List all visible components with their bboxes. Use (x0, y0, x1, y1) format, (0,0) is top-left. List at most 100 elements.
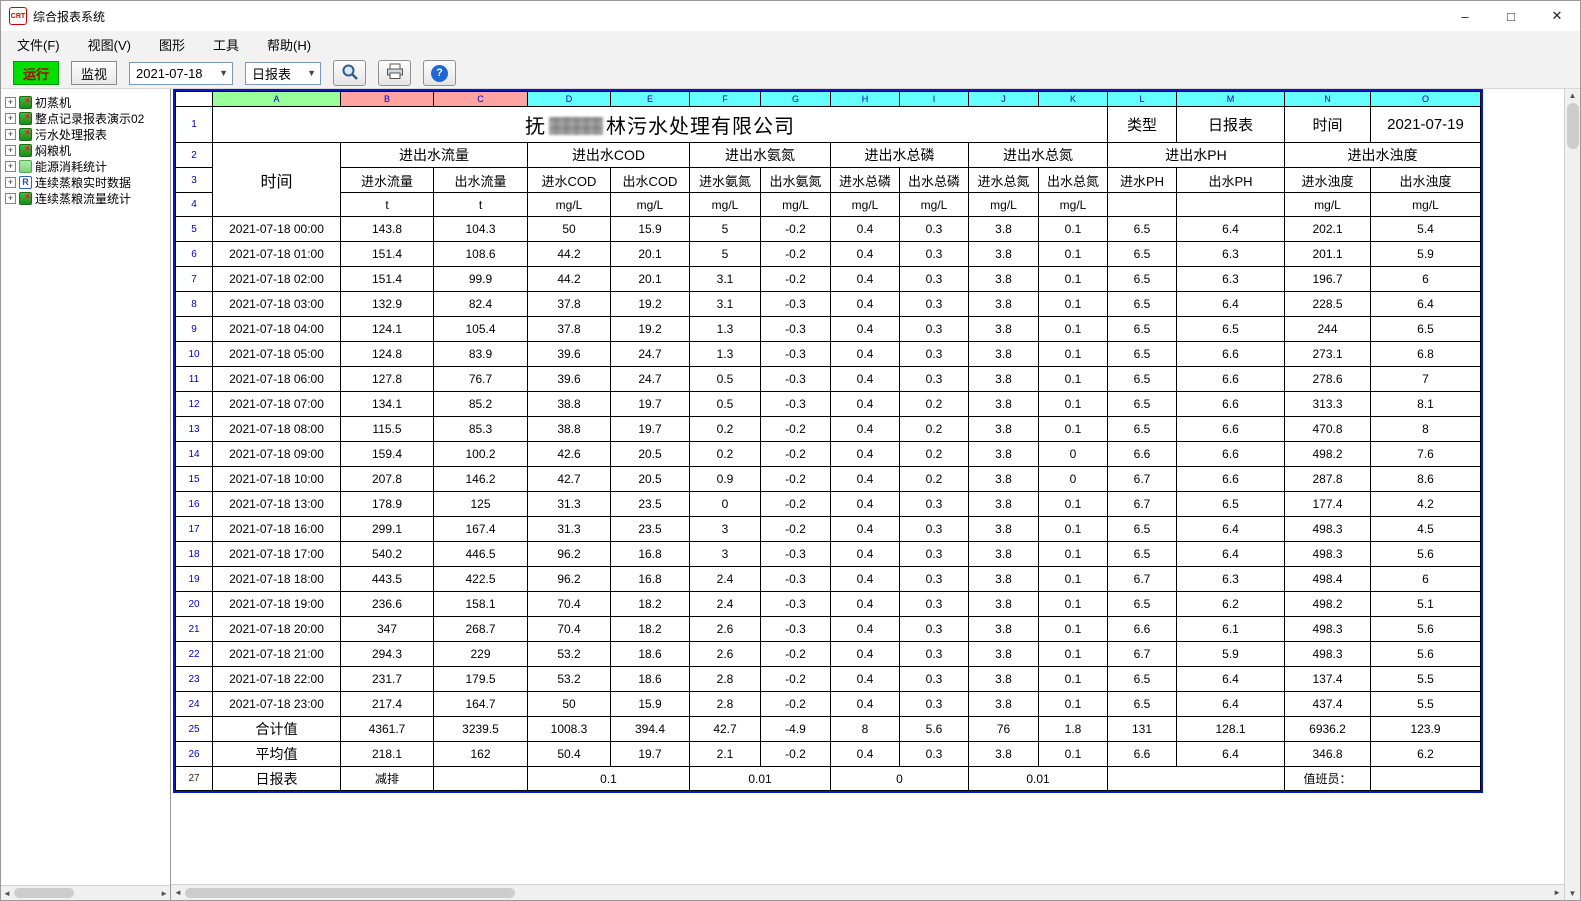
column-header-H[interactable]: H (831, 92, 900, 107)
value-cell[interactable]: 347 (341, 617, 434, 642)
close-button[interactable]: ✕ (1534, 1, 1580, 31)
value-cell[interactable]: 37.8 (528, 317, 611, 342)
value-cell[interactable]: 1.3 (690, 342, 761, 367)
time-column-header[interactable]: 时间 (213, 143, 341, 217)
value-cell[interactable]: 0.4 (831, 567, 900, 592)
value-cell[interactable]: 0.3 (900, 617, 969, 642)
value-cell[interactable]: 207.8 (341, 467, 434, 492)
group-header[interactable]: 进出水氨氮 (690, 143, 831, 168)
value-cell[interactable]: 0.1 (1039, 692, 1108, 717)
value-cell[interactable]: 18.6 (611, 642, 690, 667)
print-button[interactable] (378, 60, 411, 86)
value-cell[interactable]: -0.3 (761, 617, 831, 642)
value-cell[interactable]: 0.1 (1039, 642, 1108, 667)
column-header-B[interactable]: B (341, 92, 434, 107)
value-cell[interactable]: 6.2 (1177, 592, 1285, 617)
value-cell[interactable]: 0.3 (900, 567, 969, 592)
value-cell[interactable]: 6.4 (1177, 742, 1285, 767)
vertical-scrollbar[interactable]: ▲ ▼ (1564, 89, 1580, 900)
row-header-2[interactable]: 2 (176, 143, 213, 168)
value-cell[interactable]: 53.2 (528, 667, 611, 692)
row-header-17[interactable]: 17 (176, 517, 213, 542)
time-cell[interactable]: 2021-07-18 03:00 (213, 292, 341, 317)
type-value-cell[interactable]: 日报表 (1177, 107, 1285, 143)
value-cell[interactable]: 0.3 (900, 742, 969, 767)
value-cell[interactable]: 6.5 (1108, 517, 1177, 542)
value-cell[interactable]: 3.8 (969, 217, 1039, 242)
value-cell[interactable]: 31.3 (528, 517, 611, 542)
column-header-K[interactable]: K (1039, 92, 1108, 107)
sidebar-scroll-thumb[interactable] (14, 888, 74, 898)
footer-label-cell[interactable]: 日报表 (213, 767, 341, 791)
value-cell[interactable]: 31.3 (528, 492, 611, 517)
value-cell[interactable]: -4.9 (761, 717, 831, 742)
value-cell[interactable]: 202.1 (1285, 217, 1371, 242)
chevron-down-icon[interactable]: ▼ (215, 68, 232, 78)
value-cell[interactable]: 99.9 (434, 267, 528, 292)
column-header-I[interactable]: I (900, 92, 969, 107)
value-cell[interactable]: 6.5 (1108, 367, 1177, 392)
value-cell[interactable]: 0.1 (1039, 417, 1108, 442)
row-header-9[interactable]: 9 (176, 317, 213, 342)
report-date-cell[interactable]: 2021-07-19 (1371, 107, 1481, 143)
scroll-left-arrow[interactable]: ◄ (3, 889, 11, 898)
value-cell[interactable]: 85.3 (434, 417, 528, 442)
value-cell[interactable]: 0.4 (831, 667, 900, 692)
value-cell[interactable]: 123.9 (1371, 717, 1481, 742)
menu-view[interactable]: 视图(V) (88, 35, 131, 54)
sub-header[interactable]: 进水总氮 (969, 168, 1039, 193)
expand-plus-icon[interactable]: + (5, 161, 16, 172)
value-cell[interactable]: 6.6 (1177, 417, 1285, 442)
time-cell[interactable]: 2021-07-18 09:00 (213, 442, 341, 467)
group-header[interactable]: 进出水浊度 (1285, 143, 1481, 168)
value-cell[interactable]: 228.5 (1285, 292, 1371, 317)
expand-plus-icon[interactable]: + (5, 129, 16, 140)
value-cell[interactable]: 6.4 (1177, 667, 1285, 692)
value-cell[interactable]: 131 (1108, 717, 1177, 742)
value-cell[interactable]: 85.2 (434, 392, 528, 417)
time-cell[interactable]: 2021-07-18 16:00 (213, 517, 341, 542)
column-header-L[interactable]: L (1108, 92, 1177, 107)
monitor-button[interactable]: 监视 (71, 61, 117, 85)
value-cell[interactable]: 299.1 (341, 517, 434, 542)
value-cell[interactable]: 0.4 (831, 467, 900, 492)
value-cell[interactable]: 0.3 (900, 692, 969, 717)
menu-help[interactable]: 帮助(H) (267, 35, 311, 54)
value-cell[interactable]: 4.2 (1371, 492, 1481, 517)
unit-cell[interactable]: mg/L (969, 193, 1039, 217)
value-cell[interactable]: 3.8 (969, 492, 1039, 517)
value-cell[interactable]: 167.4 (434, 517, 528, 542)
value-cell[interactable]: 20.5 (611, 442, 690, 467)
value-cell[interactable]: 540.2 (341, 542, 434, 567)
sidebar-horizontal-scrollbar[interactable]: ◄ ► (1, 885, 170, 900)
value-cell[interactable]: 1.8 (1039, 717, 1108, 742)
value-cell[interactable]: 3.8 (969, 417, 1039, 442)
scroll-down-arrow[interactable]: ▼ (1569, 889, 1577, 898)
footer-cell[interactable]: 0.1 (528, 767, 690, 791)
scroll-up-arrow[interactable]: ▲ (1569, 91, 1577, 100)
value-cell[interactable]: 5 (690, 242, 761, 267)
value-cell[interactable]: -0.3 (761, 567, 831, 592)
value-cell[interactable]: 6.4 (1371, 292, 1481, 317)
value-cell[interactable]: 5.6 (1371, 642, 1481, 667)
expand-plus-icon[interactable]: + (5, 145, 16, 156)
value-cell[interactable]: 24.7 (611, 342, 690, 367)
value-cell[interactable]: 5.6 (900, 717, 969, 742)
value-cell[interactable]: 39.6 (528, 342, 611, 367)
row-header-10[interactable]: 10 (176, 342, 213, 367)
value-cell[interactable]: 0.3 (900, 217, 969, 242)
value-cell[interactable]: 8.1 (1371, 392, 1481, 417)
sidebar-item-1[interactable]: +整点记录报表演示02 (3, 110, 168, 126)
maximize-button[interactable]: □ (1488, 1, 1534, 31)
value-cell[interactable]: 0.4 (831, 692, 900, 717)
time-cell[interactable]: 2021-07-18 10:00 (213, 467, 341, 492)
time-cell[interactable]: 2021-07-18 06:00 (213, 367, 341, 392)
value-cell[interactable]: 5.1 (1371, 592, 1481, 617)
footer-cell[interactable]: 0.01 (690, 767, 831, 791)
row-header-22[interactable]: 22 (176, 642, 213, 667)
sub-header[interactable]: 出水PH (1177, 168, 1285, 193)
value-cell[interactable]: 0.1 (1039, 342, 1108, 367)
value-cell[interactable]: -0.3 (761, 542, 831, 567)
value-cell[interactable]: 0.1 (1039, 517, 1108, 542)
zoom-button[interactable] (333, 60, 366, 86)
